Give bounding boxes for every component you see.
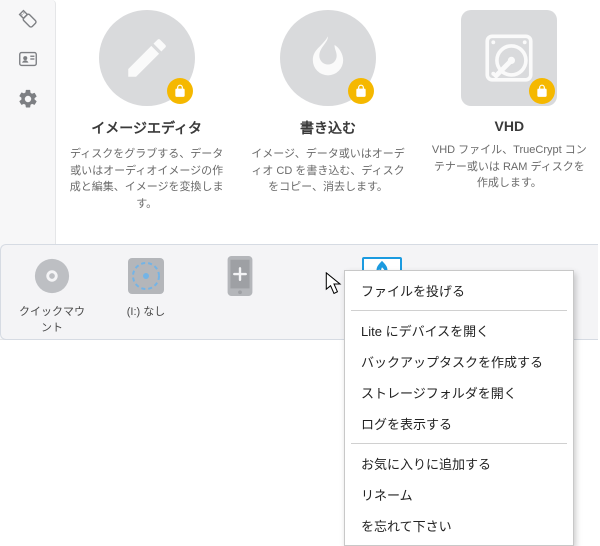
menu-forget[interactable]: を忘れて下さい: [345, 510, 573, 541]
feature-title: 書き込む: [300, 118, 356, 138]
pencil-circle-icon: [99, 10, 195, 106]
feature-title: イメージエディタ: [91, 118, 202, 138]
feature-vhd[interactable]: VHD VHD ファイル、TrueCrypt コンテナー或いは RAM ディスク…: [424, 10, 594, 244]
lock-badge-icon: [529, 78, 555, 104]
feature-burn[interactable]: 書き込む イメージ、データ或いはオーディオ CD を書き込む、ディスクをコピー、…: [243, 10, 413, 244]
drive-i-label: (I:) なし: [127, 303, 166, 319]
gear-icon[interactable]: [17, 88, 39, 110]
quick-mount-button[interactable]: クイックマウント: [17, 255, 87, 335]
hdd-square-icon: [461, 10, 557, 106]
phone-plus-icon: [219, 255, 261, 297]
feature-desc: ディスクをグラブする、データ或いはオーディオイメージの作成と編集、イメージを変換…: [62, 146, 232, 212]
menu-throw-files[interactable]: ファイルを投げる: [345, 275, 573, 306]
features-row: イメージエディタ ディスクをグラブする、データ或いはオーディオイメージの作成と編…: [56, 0, 600, 244]
quick-mount-label: クイックマウント: [17, 303, 87, 335]
feature-desc: VHD ファイル、TrueCrypt コンテナー或いは RAM ディスクを作成し…: [424, 142, 594, 192]
menu-open-lite[interactable]: Lite にデバイスを開く: [345, 315, 573, 346]
drive-dashed-icon: [125, 255, 167, 297]
feature-title: VHD: [495, 118, 525, 134]
menu-add-favorite[interactable]: お気に入りに追加する: [345, 448, 573, 479]
feature-image-editor[interactable]: イメージエディタ ディスクをグラブする、データ或いはオーディオイメージの作成と編…: [62, 10, 232, 244]
feature-desc: イメージ、データ或いはオーディオ CD を書き込む、ディスクをコピー、消去します…: [243, 146, 413, 196]
menu-rename[interactable]: リネーム: [345, 479, 573, 510]
lock-badge-icon: [167, 78, 193, 104]
context-menu: ファイルを投げる Lite にデバイスを開く バックアップタスクを作成する スト…: [344, 270, 574, 546]
menu-create-backup[interactable]: バックアップタスクを作成する: [345, 346, 573, 377]
usb-icon[interactable]: [17, 8, 39, 30]
lock-badge-icon: [348, 78, 374, 104]
phone-add-button[interactable]: [205, 255, 275, 303]
menu-separator: [351, 443, 567, 444]
flame-circle-icon: [280, 10, 376, 106]
menu-separator: [351, 310, 567, 311]
disc-icon: [31, 255, 73, 297]
drive-i-button[interactable]: (I:) なし: [111, 255, 181, 319]
menu-show-log[interactable]: ログを表示する: [345, 408, 573, 439]
menu-open-storage[interactable]: ストレージフォルダを開く: [345, 377, 573, 408]
contact-card-icon[interactable]: [17, 48, 39, 70]
